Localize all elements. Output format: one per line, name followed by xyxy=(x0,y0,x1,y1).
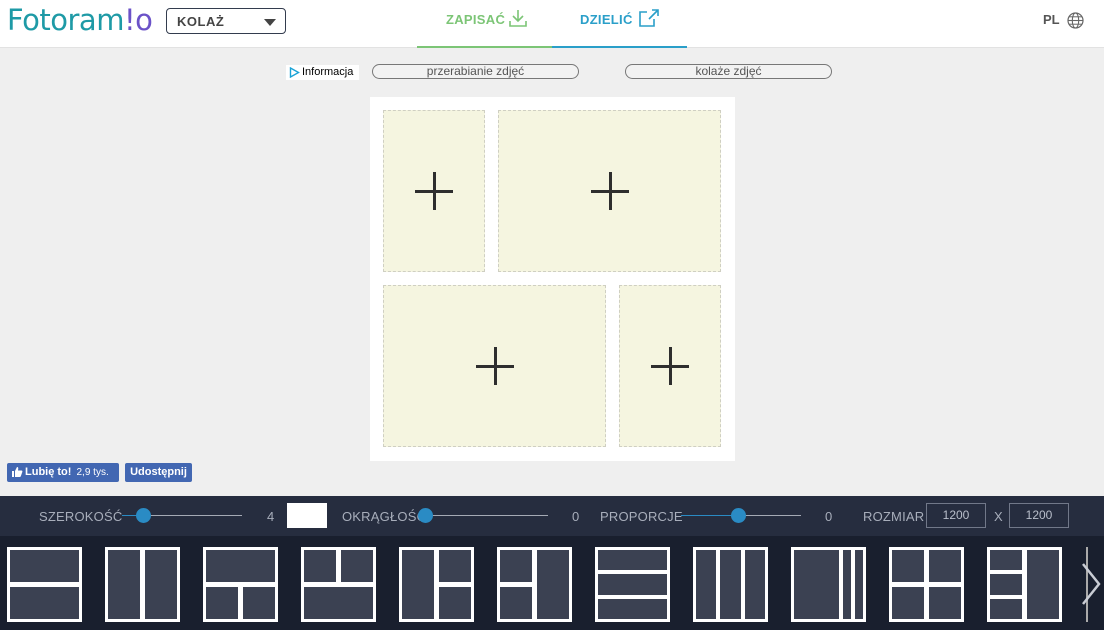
like-label: Lubię to! xyxy=(25,466,72,478)
like-count: 2,9 tys. xyxy=(76,467,109,478)
width-slider[interactable] xyxy=(122,508,242,523)
link-photo-editing[interactable]: przerabianie zdjęć xyxy=(372,64,579,79)
roundness-slider[interactable] xyxy=(418,508,548,523)
layout-templates-bar xyxy=(0,536,1104,630)
size-width-input[interactable]: 1200 xyxy=(926,503,986,528)
layout-template[interactable] xyxy=(889,547,964,622)
width-slider-handle[interactable] xyxy=(136,508,151,523)
roundness-slider-handle[interactable] xyxy=(418,508,433,523)
tab-save-label: ZAPISAĆ xyxy=(446,12,506,27)
collage-cell[interactable] xyxy=(383,285,606,447)
layout-template[interactable] xyxy=(791,547,866,622)
layout-template[interactable] xyxy=(595,547,670,622)
layout-template[interactable] xyxy=(203,547,278,622)
layout-template[interactable] xyxy=(301,547,376,622)
add-photo-icon xyxy=(415,172,453,210)
ad-choices-icon xyxy=(289,67,300,78)
share-icon xyxy=(639,9,659,27)
layout-template[interactable] xyxy=(693,547,768,622)
add-photo-icon xyxy=(651,347,689,385)
size-separator: X xyxy=(994,509,1003,524)
width-value: 4 xyxy=(267,509,275,524)
size-label: ROZMIAR xyxy=(863,509,925,524)
collage-cell[interactable] xyxy=(619,285,721,447)
proportion-slider-handle[interactable] xyxy=(731,508,746,523)
chevron-right-icon[interactable] xyxy=(1077,560,1103,608)
size-height-input[interactable]: 1200 xyxy=(1009,503,1069,528)
proportion-slider[interactable] xyxy=(681,508,801,523)
tab-save[interactable]: ZAPISAĆ xyxy=(417,0,552,48)
top-header: Fotoram!o KOLAŻ ZAPISAĆ DZIELIĆ PL xyxy=(0,0,1104,48)
roundness-value: 0 xyxy=(572,509,580,524)
layout-template[interactable] xyxy=(497,547,572,622)
layout-template[interactable] xyxy=(399,547,474,622)
proportion-label: PROPORCJE xyxy=(600,509,683,524)
layout-template[interactable] xyxy=(7,547,82,622)
link-photo-collages[interactable]: kolaże zdjęć xyxy=(625,64,832,79)
tab-share[interactable]: DZIELIĆ xyxy=(552,0,687,48)
thumbs-up-icon xyxy=(12,467,23,477)
add-photo-icon xyxy=(475,347,514,385)
logo[interactable]: Fotoram!o xyxy=(7,3,153,37)
facebook-like-button[interactable]: Lubię to! 2,9 tys. xyxy=(7,463,119,482)
language-label[interactable]: PL xyxy=(1043,12,1060,27)
proportion-value: 0 xyxy=(825,509,833,524)
layout-template[interactable] xyxy=(987,547,1062,622)
border-color-picker[interactable] xyxy=(286,502,328,529)
layout-template[interactable] xyxy=(105,547,180,622)
chevron-down-icon xyxy=(264,19,276,26)
facebook-share-button[interactable]: Udostępnij xyxy=(125,463,192,482)
ad-info-label: Informacja xyxy=(302,66,354,78)
ad-info-badge[interactable]: Informacja xyxy=(286,65,359,80)
collage-canvas xyxy=(370,97,735,461)
roundness-label: OKRĄGŁOŚĆ xyxy=(342,509,427,524)
width-label: SZEROKOŚĆ xyxy=(39,509,123,524)
mode-select-label: KOLAŻ xyxy=(177,14,225,29)
collage-cell[interactable] xyxy=(498,110,721,272)
collage-cell[interactable] xyxy=(383,110,485,272)
mode-select[interactable]: KOLAŻ xyxy=(166,8,286,34)
download-icon xyxy=(509,10,527,27)
add-photo-icon xyxy=(590,172,629,210)
globe-icon[interactable] xyxy=(1067,12,1084,29)
tab-share-label: DZIELIĆ xyxy=(580,12,633,27)
